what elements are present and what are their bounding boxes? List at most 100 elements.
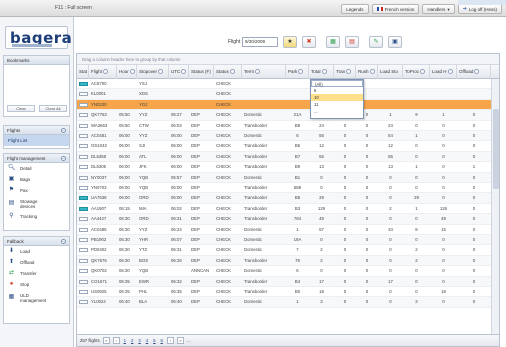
filter-icon[interactable] (158, 69, 164, 75)
total-filter-dropdown[interactable]: (All) 5 10 11... (310, 79, 364, 119)
page-link-2[interactable]: 2 (130, 335, 134, 347)
table-row[interactable]: YN0230 YOJ CHECK (77, 99, 491, 111)
sidebar-item-transfer[interactable]: ⇄ Transfer (4, 268, 69, 279)
filter-icon[interactable] (447, 69, 453, 75)
language-button[interactable]: French version (371, 4, 420, 14)
page-link-6[interactable]: 6 (160, 335, 164, 347)
status-indicator (79, 175, 88, 180)
filter-icon[interactable] (255, 69, 260, 75)
filter-icon[interactable] (369, 69, 375, 75)
column-header[interactable]: Status (214, 65, 242, 79)
table-row[interactable]: DL6305 06:00 JFK 06:00 DEP CHECK Transborder B9… (77, 162, 491, 173)
table-row[interactable]: DL5358 06:00 ATL 06:00 DEP CHECK Transborder B7… (77, 151, 491, 163)
table-cell: 06:40 (119, 299, 130, 305)
clear-bookmark-button[interactable]: Clear (7, 105, 35, 112)
table-row[interactable]: QK0702 06:30 YQB ANNCAN CHECK Domestic 6 0 0 0 0 0 0… (77, 266, 491, 277)
first-page-button[interactable]: « (102, 337, 110, 344)
sidebar-item-stop[interactable]: ● Stop (4, 279, 69, 290)
filter-icon[interactable] (298, 69, 304, 75)
table-row[interactable]: AC0485 06:30 YYZ 06:24 DEP CHECK Domestic 1 57 0 0… (77, 225, 491, 235)
dropdown-option[interactable]: 5 (311, 87, 363, 94)
table-row[interactable]: NY0037 06:00 YQB 05:57 DEP CHECK Domestic B1 0 0 0… (77, 172, 491, 183)
column-header[interactable]: ToProc (403, 65, 430, 79)
column-header[interactable]: Stat (77, 65, 89, 79)
filter-icon[interactable] (346, 69, 352, 75)
column-header[interactable]: Hour (117, 65, 137, 79)
handlers-select[interactable]: Handlers ▾ (422, 4, 455, 14)
dropdown-option[interactable]: ... (311, 108, 363, 115)
vertical-scrollbar[interactable] (491, 79, 499, 334)
table-row[interactable]: US0925 06:35 PHL 06:35 DEP CHECK Transborder B0… (77, 287, 491, 298)
collapse-icon[interactable]: − (61, 156, 66, 161)
filter-icon[interactable] (229, 69, 235, 75)
page-link-1[interactable]: 1 (123, 335, 127, 347)
page-link-5[interactable]: 5 (152, 335, 156, 347)
sidebar-item-load[interactable]: ⬇ Load (4, 246, 69, 257)
last-page-button[interactable]: » (176, 337, 184, 344)
table-row[interactable]: KL0001 XDS CHECK (77, 89, 491, 100)
calendar-icon[interactable]: ★ (283, 36, 297, 48)
table-row[interactable]: AC0481 06:00 YYZ 06:00 DEP CHECK Domestic 6 55 0 0… (77, 131, 491, 142)
delete-icon[interactable]: ✖ (302, 36, 316, 48)
filter-icon[interactable] (103, 69, 109, 75)
report-icon[interactable]: ▤ (345, 36, 359, 48)
table-cell: 0 (442, 237, 445, 242)
export-icon[interactable]: ▦ (326, 36, 340, 48)
column-header[interactable]: Stopover (137, 65, 169, 79)
page-link-3[interactable]: 3 (137, 335, 141, 347)
column-header[interactable]: Term (242, 65, 286, 79)
filter-icon[interactable] (321, 69, 327, 75)
next-page-button[interactable]: › (166, 337, 174, 344)
sidebar-item-pax[interactable]: ⚑ Pax (4, 185, 69, 196)
sidebar-item-stowage-devices[interactable]: ▤ Stowage devices (4, 196, 69, 211)
table-row[interactable]: YL0024 06:40 BLA 06:40 DEP CHECK Domestic 1 3 0 0 0… (77, 297, 491, 308)
table-row[interactable]: PB1902 06:30 YHR 06:07 DEP CHECK Domestic 19A 0 0… (77, 235, 491, 246)
edit-icon[interactable]: ✎ (369, 36, 383, 48)
table-row[interactable]: AA4427 06:30 ORD 06:31 DEP CHECK Transborder 78… (77, 214, 491, 225)
scrollbar-thumb[interactable] (493, 109, 499, 189)
filter-icon[interactable] (420, 69, 426, 75)
column-header[interactable]: Flight (89, 65, 117, 79)
column-header[interactable]: Rush (356, 65, 378, 79)
table-row[interactable]: QK776305:50YYZ05:27DEPCHECKDomestic21A55… (77, 110, 491, 121)
sidebar-item-tracking[interactable]: ⚲ Tracking (4, 211, 69, 222)
prev-page-button[interactable]: ‹ (112, 337, 120, 344)
column-header[interactable]: Offload (457, 65, 491, 79)
sidebar-item-bags[interactable]: ▣ Bags (4, 174, 69, 185)
dropdown-option[interactable]: 10 (311, 94, 363, 101)
table-row[interactable]: QK7676 06:30 BOS 06:26 DEP CHECK Transborder 79… (77, 255, 491, 267)
sidebar-item-flight-list[interactable]: Flight List (4, 135, 69, 146)
table-row[interactable]: OS1043 06:00 SJI 06:00 DEP CHECK Transborder B6… (77, 141, 491, 152)
column-header[interactable]: UTC (169, 65, 189, 79)
page-link-4[interactable]: 4 (145, 335, 149, 347)
print-icon[interactable]: ▣ (388, 36, 402, 48)
column-header[interactable]: Total (309, 65, 334, 79)
dropdown-option[interactable]: 11 (311, 101, 363, 108)
table-row[interactable]: CO1671 06:35 EWR 06:32 DEP CHECK Transborder B4… (77, 276, 491, 287)
date-input[interactable]: 9/30/2009 (242, 37, 278, 47)
table-cell: DEP (191, 174, 200, 180)
table-row[interactable]: YN0703 06:00 YQB 06:00 DEP Transborder 588 0 0 0 0… (77, 183, 491, 194)
collapse-icon[interactable]: − (61, 239, 66, 244)
table-row[interactable]: AC8700 YSJ CHECK (77, 79, 491, 90)
dropdown-option[interactable]: (All) (311, 80, 363, 87)
sidebar-item-detail[interactable]: 🔍︎ Detail (4, 163, 69, 174)
table-row[interactable]: UA7638 06:00 ORD 06:00 DEP CHECK Transborder B5… (77, 193, 491, 204)
table-row[interactable]: AA1907 06:15 MIA 06:02 DEP CHECK Transborder B3… (77, 204, 491, 215)
clear-all-bookmarks-button[interactable]: Clear All (39, 105, 67, 112)
filter-icon[interactable] (181, 69, 187, 75)
filter-icon[interactable] (129, 69, 135, 75)
sidebar-item-uld-management[interactable]: ▦ ULD management (4, 290, 69, 305)
legends-button[interactable]: Legends (341, 4, 369, 14)
column-header[interactable]: Load H (430, 65, 457, 79)
filter-icon[interactable] (474, 69, 480, 75)
table-row[interactable]: WA3663 05:50 CTW 06:03 DEP CHECK Transborder B8… (77, 121, 491, 131)
column-header[interactable]: Tran (334, 65, 356, 79)
column-header[interactable]: Park (286, 65, 309, 79)
collapse-icon[interactable]: − (61, 128, 66, 133)
table-row[interactable]: PD0402 06:30 YTZ 06:31 DEP CHECK Domestic 7 2 0 0 0… (77, 245, 491, 256)
column-header[interactable]: Load Sto (378, 65, 403, 79)
sidebar-item-offload[interactable]: ⬆ Offload (4, 257, 69, 268)
logoff-button[interactable]: ➜ Log off (Hess) (457, 4, 502, 14)
column-header[interactable]: Status (F) (189, 65, 214, 79)
